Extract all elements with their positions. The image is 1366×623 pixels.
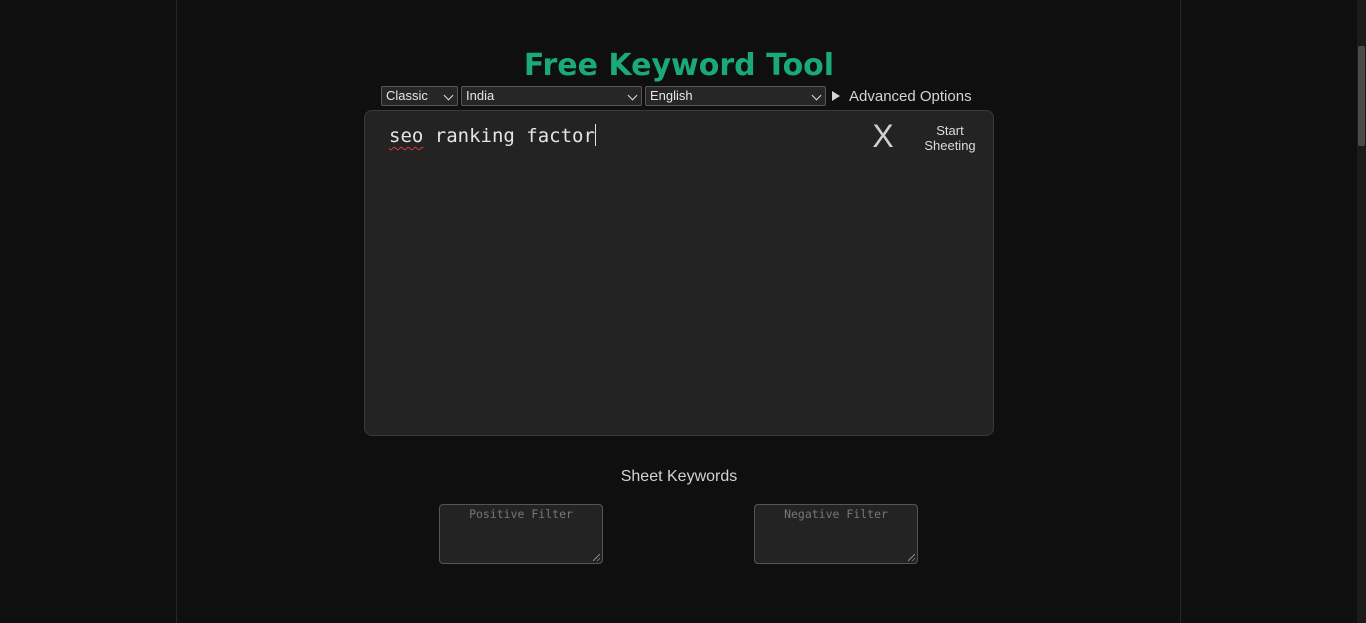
scrollbar-thumb[interactable] <box>1358 46 1365 146</box>
options-bar: Classic India English Advanced Options <box>381 86 972 106</box>
text-caret <box>594 124 596 146</box>
disclosure-triangle-icon <box>832 91 840 101</box>
negative-filter-placeholder: Negative Filter <box>784 507 888 521</box>
positive-filter-input[interactable]: Positive Filter <box>439 504 603 564</box>
page: Free Keyword Tool Classic India English … <box>0 0 1366 623</box>
start-sheeting-button[interactable]: Start Sheeting <box>917 123 983 153</box>
page-scrollbar[interactable] <box>1357 0 1366 623</box>
keyword-input-text[interactable]: seo ranking factor <box>389 124 596 147</box>
mode-select[interactable]: Classic <box>381 86 458 106</box>
advanced-options-label: Advanced Options <box>849 87 972 105</box>
country-select[interactable]: India <box>461 86 642 106</box>
start-sheeting-label-line1: Start <box>936 123 964 138</box>
clear-button[interactable]: X <box>870 119 896 153</box>
positive-filter-placeholder: Positive Filter <box>469 507 573 521</box>
resize-handle-icon[interactable] <box>908 554 915 561</box>
chevron-down-icon <box>811 90 822 101</box>
chevron-down-icon <box>443 90 454 101</box>
start-sheeting-label-line2: Sheeting <box>924 138 976 153</box>
keyword-editor[interactable]: seo ranking factor X Start Sheeting <box>364 110 994 436</box>
advanced-options-toggle[interactable]: Advanced Options <box>832 88 972 105</box>
chevron-down-icon <box>627 90 638 101</box>
misspelled-word: seo <box>389 125 424 147</box>
negative-filter-input[interactable]: Negative Filter <box>754 504 918 564</box>
country-select-value: India <box>466 88 495 103</box>
sheet-keywords-heading: Sheet Keywords <box>620 468 738 485</box>
language-select-value: English <box>650 88 693 103</box>
keyword-text-rest: ranking factor <box>423 125 595 147</box>
language-select[interactable]: English <box>645 86 826 106</box>
resize-handle-icon[interactable] <box>593 554 600 561</box>
page-title: Free Keyword Tool <box>523 48 835 83</box>
mode-select-value: Classic <box>386 88 428 103</box>
